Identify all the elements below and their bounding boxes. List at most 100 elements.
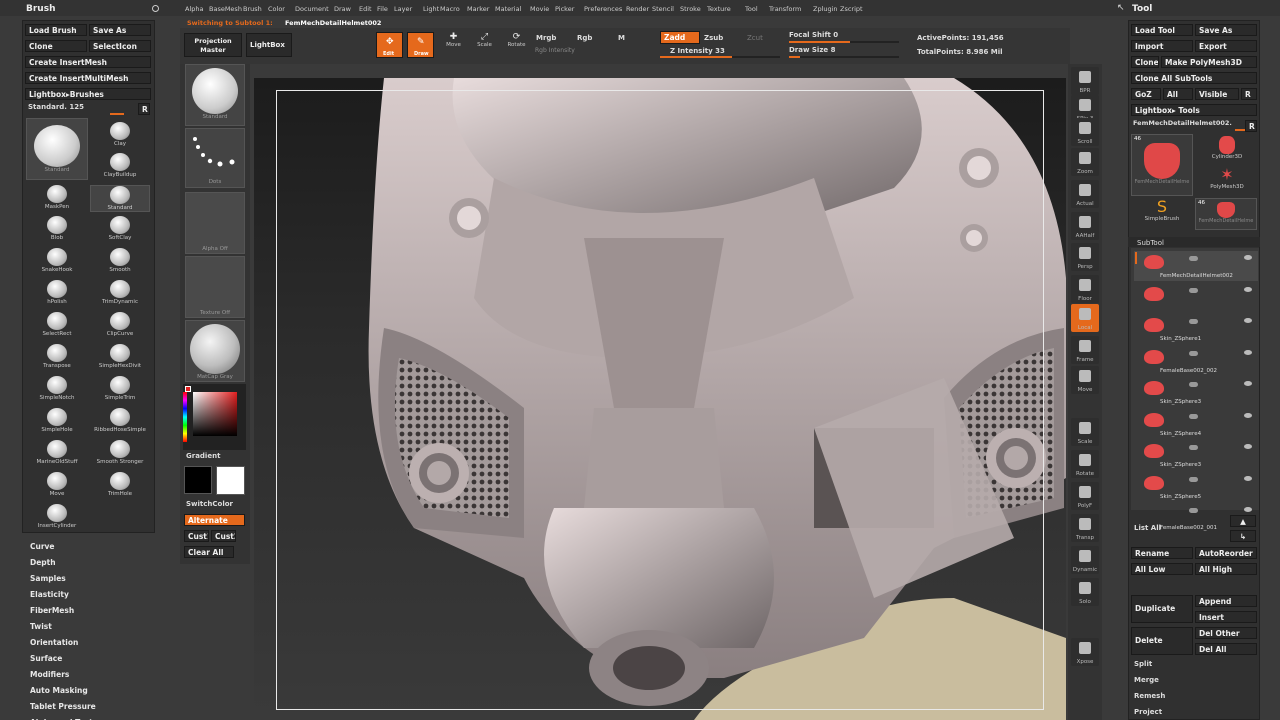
menu-draw[interactable]: Draw: [334, 5, 351, 13]
subtool-scrollbar[interactable]: [1135, 252, 1137, 264]
draw-size-slider[interactable]: Draw Size 8: [789, 46, 835, 54]
menu-zplugin[interactable]: Zplugin: [813, 5, 838, 13]
z-intensity-track[interactable]: [660, 56, 780, 58]
z-intensity-slider[interactable]: Z Intensity 33: [670, 47, 725, 55]
brush-thumb-button[interactable]: Standard: [185, 64, 245, 126]
tool-palette-back-icon[interactable]: ↖: [1117, 3, 1125, 13]
document-canvas[interactable]: [254, 78, 1066, 720]
remesh-section[interactable]: Remesh: [1134, 692, 1165, 700]
tool-thumb-helmet-2[interactable]: 46 FemMechDetailHelme: [1195, 198, 1257, 230]
insert-button[interactable]: Insert: [1195, 611, 1257, 623]
all-low-button[interactable]: All Low: [1131, 563, 1193, 575]
tool-thumb-cylinder[interactable]: Cylinder3D: [1197, 134, 1257, 164]
brush-save-as-button[interactable]: Save As: [89, 24, 151, 36]
menu-file[interactable]: File: [377, 5, 388, 13]
subtool-title[interactable]: SubTool: [1137, 239, 1164, 247]
eye-icon[interactable]: [1244, 475, 1252, 481]
section-surface[interactable]: Surface: [30, 654, 62, 663]
brush-trimhole[interactable]: TrimHole: [90, 472, 150, 497]
clone-all-subtools-button[interactable]: Clone All SubTools: [1131, 72, 1257, 84]
del-all-button[interactable]: Del All: [1195, 643, 1257, 655]
section-elasticity[interactable]: Elasticity: [30, 590, 69, 599]
move-mode-button[interactable]: ✚ Move: [440, 32, 467, 58]
subtool-toggle[interactable]: [1189, 476, 1198, 482]
export-button[interactable]: Export: [1195, 40, 1257, 52]
brush-insertcylinder[interactable]: InsertCylinder: [27, 504, 87, 529]
subtool-toggle[interactable]: [1189, 350, 1198, 356]
alternate-button[interactable]: Alternate: [184, 514, 245, 526]
edit-mode-button[interactable]: ✥ Edit: [376, 32, 403, 58]
m-button[interactable]: M: [618, 34, 625, 42]
shelf-frame-button[interactable]: Frame: [1071, 336, 1099, 364]
create-insertmultimesh-button[interactable]: Create InsertMultiMesh: [25, 72, 151, 84]
menu-layer[interactable]: Layer: [394, 5, 412, 13]
brush-marineoldstuff[interactable]: MarineOldStuff: [27, 440, 87, 465]
brush-hpolish[interactable]: hPolish: [27, 280, 87, 305]
eye-icon[interactable]: [1244, 318, 1252, 323]
main-color-swatch[interactable]: [216, 466, 245, 495]
brush-smooth-stronger[interactable]: Smooth Stronger: [90, 440, 150, 465]
load-tool-button[interactable]: Load Tool: [1131, 24, 1193, 36]
brush-smooth[interactable]: Smooth: [90, 248, 150, 273]
brush-blob[interactable]: Blob: [27, 216, 87, 241]
move-subtool-up-button[interactable]: ▲: [1230, 515, 1256, 527]
zadd-button[interactable]: Zadd: [660, 31, 700, 44]
all-high-button[interactable]: All High: [1195, 563, 1257, 575]
shelf-solo-button[interactable]: Solo: [1071, 578, 1099, 606]
brush-clay[interactable]: Clay: [90, 122, 150, 147]
menu-preferences[interactable]: Preferences: [584, 5, 622, 13]
menu-material[interactable]: Material: [495, 5, 521, 13]
shelf-scale-button[interactable]: Scale: [1071, 418, 1099, 446]
tool-save-as-button[interactable]: Save As: [1195, 24, 1257, 36]
subtool-toggle[interactable]: [1189, 508, 1198, 513]
eye-icon[interactable]: [1244, 444, 1252, 449]
subtool-row[interactable]: FemMechDetailHelmet002: [1134, 251, 1258, 281]
shelf-move-button[interactable]: Move: [1071, 366, 1099, 394]
subtool-row[interactable]: Skin_ZSphere5: [1134, 472, 1258, 502]
brush-maskpen[interactable]: MaskPen: [27, 185, 87, 210]
zcut-button[interactable]: Zcut: [747, 34, 763, 42]
subtool-row[interactable]: Skin_ZSphere1: [1134, 314, 1258, 344]
eye-icon[interactable]: [1244, 349, 1252, 355]
eye-icon[interactable]: [1244, 507, 1252, 512]
projection-master-button[interactable]: Projection Master: [184, 33, 242, 57]
load-brush-button[interactable]: Load Brush: [25, 24, 87, 36]
material-thumb-button[interactable]: MatCap Gray: [185, 320, 245, 382]
subtool-row[interactable]: Skin_ZSphere3: [1134, 377, 1258, 407]
color-picker[interactable]: [183, 384, 246, 450]
subtool-toggle[interactable]: [1189, 287, 1198, 293]
shelf-bpr-button[interactable]: BPR: [1071, 67, 1099, 95]
current-brush-thumbnail[interactable]: Standard: [26, 118, 88, 180]
current-tool-r-button[interactable]: R: [1245, 120, 1257, 132]
shelf-zoom-button[interactable]: Zoom: [1071, 148, 1099, 176]
auto-reorder-button[interactable]: AutoReorder: [1195, 547, 1257, 559]
goz-button[interactable]: GoZ: [1131, 88, 1161, 100]
goz-visible-button[interactable]: Visible: [1195, 88, 1239, 100]
brush-clone-button[interactable]: Clone: [25, 40, 87, 52]
clear-all-colors-button[interactable]: Clear All: [184, 546, 234, 558]
shelf-persp-button[interactable]: Persp: [1071, 243, 1099, 271]
brush-reset-button[interactable]: R: [138, 103, 150, 115]
draw-size-track[interactable]: [789, 56, 899, 58]
shelf-local-button[interactable]: Local: [1071, 304, 1099, 332]
make-polymesh-button[interactable]: Make PolyMesh3D: [1161, 56, 1257, 68]
brush-selectrect[interactable]: SelectRect: [27, 312, 87, 337]
brush-simplehexdivit[interactable]: SimpleHexDivit: [90, 344, 150, 369]
cust2-button[interactable]: Cust2: [211, 530, 236, 542]
goz-all-button[interactable]: All: [1163, 88, 1193, 100]
brush-simplehole[interactable]: SimpleHole: [27, 408, 87, 433]
subtool-toggle[interactable]: [1189, 319, 1198, 324]
brush-simplenotch[interactable]: SimpleNotch: [27, 376, 87, 401]
tool-clone-button[interactable]: Clone: [1131, 56, 1159, 68]
append-button[interactable]: Append: [1195, 595, 1257, 607]
tool-thumb-helmet[interactable]: 46 FemMechDetailHelme: [1131, 134, 1193, 196]
subtool-toggle[interactable]: [1189, 413, 1198, 419]
shelf-polyf-button[interactable]: PolyF: [1071, 482, 1099, 510]
menu-stencil[interactable]: Stencil: [652, 5, 674, 13]
menu-alpha[interactable]: Alpha: [185, 5, 203, 13]
tool-thumb-simplebrush[interactable]: S SimpleBrush: [1131, 198, 1193, 228]
focal-shift-track[interactable]: [789, 41, 899, 43]
section-samples[interactable]: Samples: [30, 574, 66, 583]
shelf-actual-button[interactable]: Actual: [1071, 180, 1099, 208]
menu-color[interactable]: Color: [268, 5, 285, 13]
